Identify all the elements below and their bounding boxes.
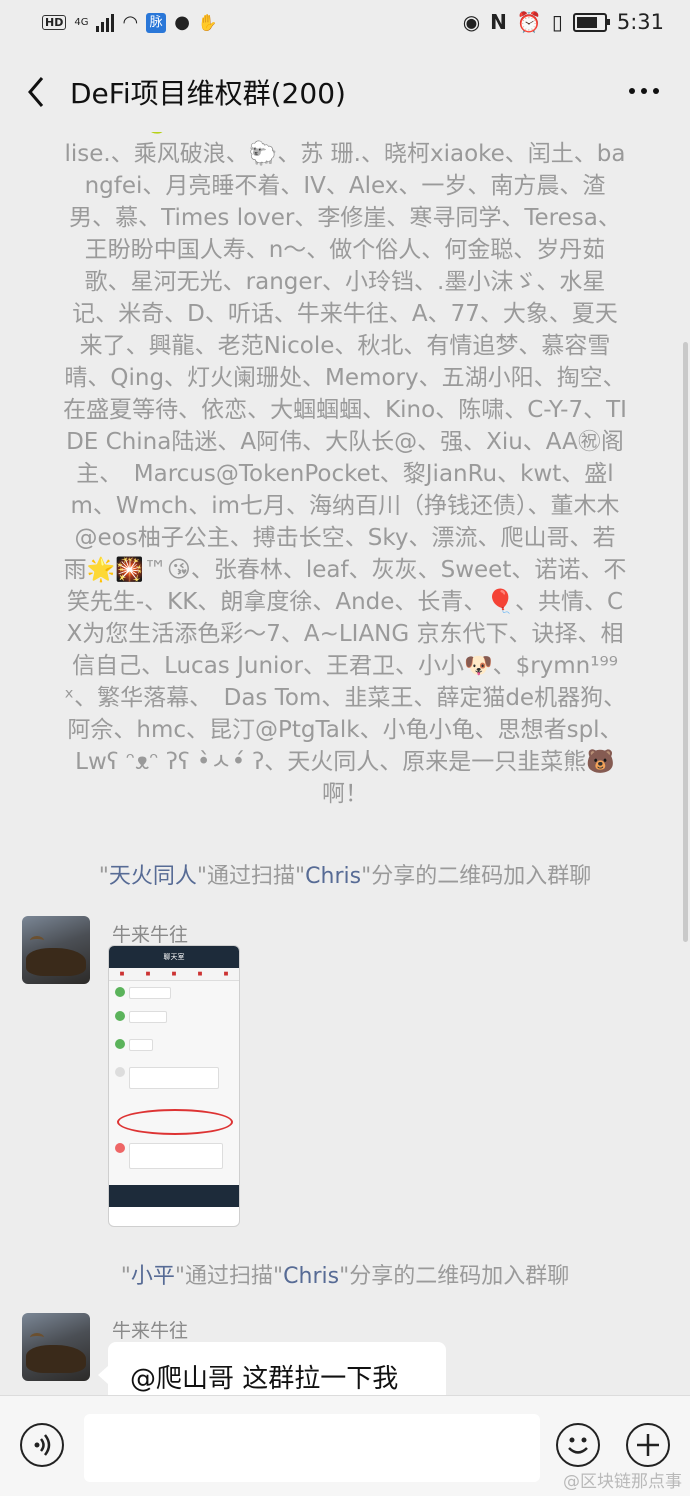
join-text-tail: "分享的二维码加入群聊 <box>339 1264 570 1289</box>
image-body <box>109 981 239 1185</box>
status-bar: HD 4G ◠ 脉 ● ✋ ◉ N ⏰ ▯ 5:31 <box>0 0 690 52</box>
quote: " <box>120 1264 131 1289</box>
back-icon <box>28 77 44 107</box>
hand-notification-icon: ✋ <box>197 13 218 32</box>
join-notice: "天火同人"通过扫描"Chris"分享的二维码加入群聊 <box>0 858 690 890</box>
more-icon-dot <box>641 88 647 94</box>
back-button[interactable] <box>20 70 60 114</box>
wifi-icon: ◠ <box>122 12 139 33</box>
voice-button[interactable] <box>20 1423 64 1467</box>
plus-button[interactable] <box>626 1423 670 1467</box>
sender-name: 牛来牛往 <box>112 924 189 946</box>
clock: 5:31 <box>616 10 664 34</box>
message-input[interactable] <box>84 1414 540 1482</box>
app-badge-icon: 脉 <box>146 12 167 33</box>
avatar[interactable] <box>22 916 90 984</box>
chat-header: DeFi项目维权群(200) <box>0 52 690 132</box>
status-left: HD 4G ◠ 脉 ● ✋ <box>42 12 218 33</box>
sender-name: 牛来牛往 <box>112 1320 189 1342</box>
plus-icon <box>637 1434 659 1456</box>
chat-notification-icon: ● <box>174 12 190 33</box>
voice-icon <box>34 1434 51 1456</box>
nfc-icon: N <box>490 10 507 34</box>
join-notice: "小平"通过扫描"Chris"分享的二维码加入群聊 <box>0 1258 690 1290</box>
image-tabs: ■ ■ ■ ■ ■ <box>109 968 239 981</box>
image-message[interactable]: 聊天室 ■ ■ ■ ■ ■ <box>108 945 240 1227</box>
chat-area[interactable]: TD社区🍐、鼎胜国际、贾心人净、LL、王晴飞、恋、Elise.、乘风破浪、🐑、苏… <box>0 132 690 1395</box>
joined-user-link[interactable]: 天火同人 <box>109 864 197 889</box>
eye-icon: ◉ <box>462 10 481 34</box>
more-icon-dot <box>653 88 659 94</box>
join-text: "通过扫描" <box>174 1264 284 1289</box>
alarm-icon: ⏰ <box>516 10 542 34</box>
signal-icon <box>96 13 115 32</box>
network-type: 4G <box>74 16 89 28</box>
watermark: @区块链那点事 <box>563 1472 682 1492</box>
text-message-bubble[interactable]: @爬山哥 这群拉一下我 <box>98 1342 446 1395</box>
battery-icon <box>572 12 610 32</box>
more-icon <box>629 88 635 94</box>
emoji-button[interactable] <box>556 1423 600 1467</box>
more-button[interactable] <box>624 76 664 106</box>
image-bottom-bar <box>109 1185 239 1207</box>
input-bar: @区块链那点事 <box>0 1395 690 1496</box>
vibrate-icon: ▯ <box>551 10 563 34</box>
scrollbar[interactable] <box>683 342 688 942</box>
join-text-tail: "分享的二维码加入群聊 <box>361 864 592 889</box>
inviter-link[interactable]: Chris <box>305 864 361 889</box>
status-right: ◉ N ⏰ ▯ 5:31 <box>463 10 664 34</box>
emoji-icon <box>568 1437 588 1454</box>
avatar[interactable] <box>22 1313 90 1381</box>
join-text: "通过扫描" <box>196 864 306 889</box>
chat-title: DeFi项目维权群(200) <box>70 77 346 110</box>
inviter-link[interactable]: Chris <box>283 1264 339 1289</box>
joined-user-link[interactable]: 小平 <box>131 1264 175 1289</box>
image-caption: 聊天室 <box>109 946 239 968</box>
hd-indicator: HD <box>42 15 67 30</box>
member-list-notice: TD社区🍐、鼎胜国际、贾心人净、LL、王晴飞、恋、Elise.、乘风破浪、🐑、苏… <box>63 132 661 807</box>
red-circle-annotation <box>117 1109 233 1135</box>
quote: " <box>98 864 109 889</box>
